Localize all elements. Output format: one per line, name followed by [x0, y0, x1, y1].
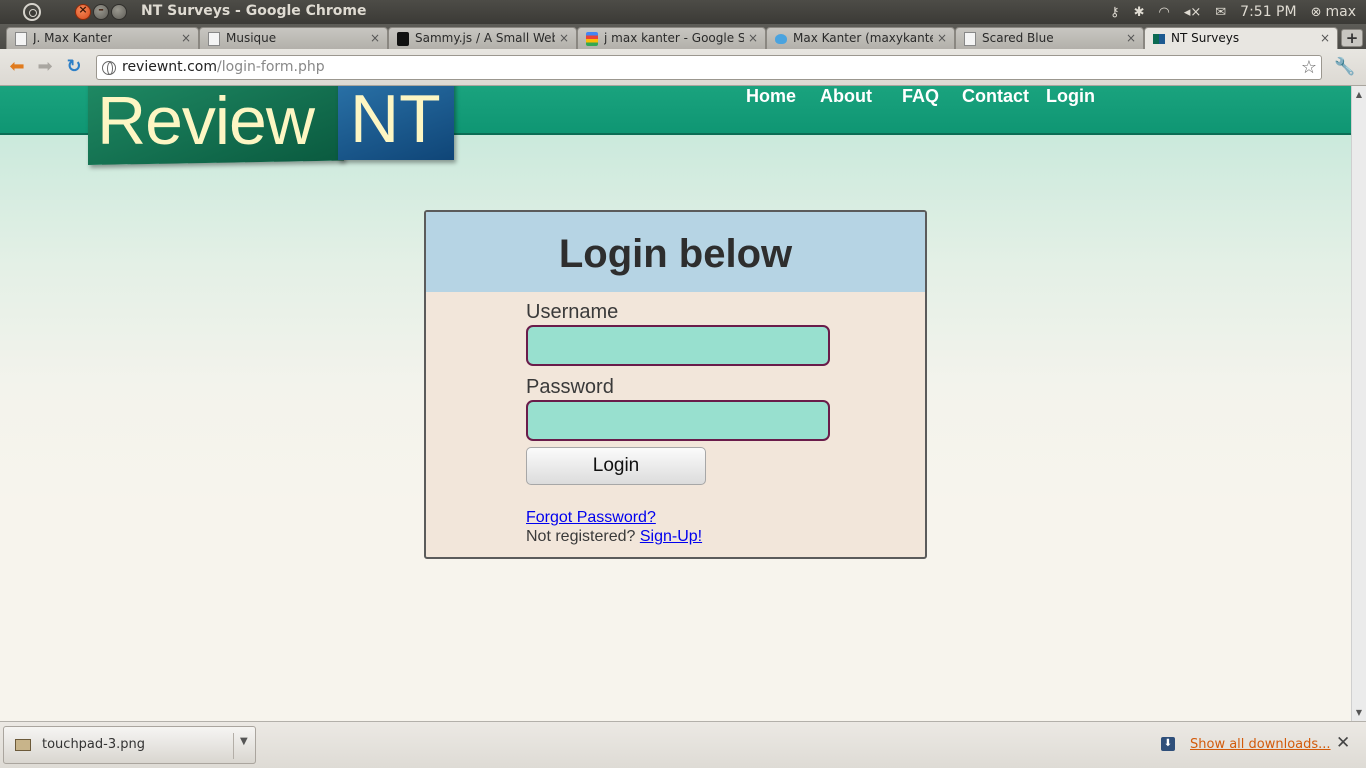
show-all-downloads-link[interactable]: Show all downloads...: [1190, 737, 1331, 752]
chevron-down-icon[interactable]: ▼: [240, 736, 248, 747]
tab-twitter[interactable]: Max Kanter (maxykanter) ×: [766, 27, 955, 49]
tab-close-icon[interactable]: ×: [1320, 28, 1330, 49]
bookmark-star-icon[interactable]: ☆: [1301, 57, 1317, 78]
logo-text-review: Review: [97, 86, 315, 159]
tab-label: j max kanter - Google Sea: [604, 31, 744, 45]
forgot-password-link[interactable]: Forgot Password?: [526, 509, 656, 527]
tab-close-icon[interactable]: ×: [559, 28, 569, 49]
tab-label: J. Max Kanter: [33, 31, 113, 45]
tab-label: Scared Blue: [982, 31, 1054, 45]
window-maximize-button[interactable]: [111, 4, 127, 20]
mail-icon[interactable]: ✉: [1215, 5, 1226, 20]
vertical-scrollbar[interactable]: ▲ ▼: [1351, 86, 1366, 721]
new-tab-button[interactable]: +: [1341, 29, 1363, 47]
back-arrow-icon[interactable]: ⬅: [6, 57, 28, 77]
forward-arrow-icon[interactable]: ➡: [34, 57, 56, 77]
window-close-button[interactable]: ×: [75, 3, 91, 20]
tab-nt-surveys[interactable]: NT Surveys ×: [1144, 27, 1338, 49]
download-item[interactable]: touchpad-3.png ▼: [3, 726, 256, 764]
globe-icon: [102, 61, 116, 75]
username-input[interactable]: [526, 325, 830, 366]
sammy-icon: [397, 32, 409, 46]
tab-label: Musique: [226, 31, 277, 45]
tab-sammy-js[interactable]: Sammy.js / A Small Web Fr ×: [388, 27, 577, 49]
window-title: NT Surveys - Google Chrome: [141, 3, 367, 19]
bluetooth-icon[interactable]: ✱: [1134, 5, 1145, 20]
ubuntu-logo-icon[interactable]: [23, 3, 41, 21]
reload-icon[interactable]: ↻: [63, 57, 85, 77]
tab-label: Max Kanter (maxykanter): [793, 31, 933, 45]
scroll-down-arrow-icon[interactable]: ▼: [1354, 708, 1364, 717]
nav-home-link[interactable]: Home: [746, 86, 796, 107]
tab-musique[interactable]: Musique ×: [199, 27, 388, 49]
username-label: Username: [526, 301, 619, 323]
site-logo[interactable]: Review NT: [88, 86, 454, 170]
password-label: Password: [526, 376, 614, 398]
not-registered-text: Not registered?: [526, 528, 636, 545]
wifi-icon[interactable]: ◠: [1158, 5, 1169, 20]
login-form: Login below Username Password Login Forg…: [424, 210, 927, 559]
image-file-icon: [15, 739, 31, 751]
tab-j-max-kanter[interactable]: J. Max Kanter ×: [6, 27, 199, 49]
page-icon: [208, 32, 220, 46]
nav-about-link[interactable]: About: [820, 86, 872, 107]
window-title-bar: × – NT Surveys - Google Chrome ⚷ ✱ ◠ ◂× …: [0, 0, 1366, 24]
login-header: Login below: [426, 212, 925, 292]
twitter-icon: [775, 34, 787, 44]
page-viewport: Home About FAQ Contact Login Review NT L…: [0, 86, 1351, 721]
system-tray: ⚷ ✱ ◠ ◂× ✉ 7:51 PM ⊗ max: [1110, 0, 1366, 24]
nav-faq-link[interactable]: FAQ: [902, 86, 939, 107]
address-bar[interactable]: reviewnt.com/login-form.php ☆: [96, 55, 1322, 80]
login-button[interactable]: Login: [526, 447, 706, 485]
login-title: Login below: [558, 232, 793, 276]
divider: [233, 733, 234, 759]
browser-toolbar: ⬅ ➡ ↻ reviewnt.com/login-form.php ☆ 🔧: [0, 49, 1366, 86]
download-bar: touchpad-3.png ▼ ⬇ Show all downloads...…: [0, 721, 1366, 768]
page-icon: [15, 32, 27, 46]
url-host: reviewnt.com: [122, 59, 218, 75]
nav-login-link[interactable]: Login: [1046, 86, 1095, 107]
tab-close-icon[interactable]: ×: [937, 28, 947, 49]
tab-label: Sammy.js / A Small Web Fr: [415, 31, 555, 45]
volume-muted-icon[interactable]: ◂×: [1184, 5, 1201, 20]
tab-close-icon[interactable]: ×: [370, 28, 380, 49]
download-arrow-icon: ⬇: [1161, 737, 1175, 751]
wrench-icon[interactable]: 🔧: [1334, 57, 1355, 77]
tab-close-icon[interactable]: ×: [748, 28, 758, 49]
key-icon[interactable]: ⚷: [1110, 5, 1120, 20]
window-minimize-button[interactable]: –: [93, 3, 109, 20]
clock[interactable]: 7:51 PM: [1240, 4, 1296, 20]
scroll-up-arrow-icon[interactable]: ▲: [1354, 90, 1364, 99]
tab-scared-blue[interactable]: Scared Blue ×: [955, 27, 1144, 49]
tab-close-icon[interactable]: ×: [1126, 28, 1136, 49]
tab-close-icon[interactable]: ×: [181, 28, 191, 49]
url-text[interactable]: reviewnt.com/login-form.php: [122, 59, 325, 75]
download-file-name: touchpad-3.png: [42, 737, 145, 752]
logo-text-nt: NT: [350, 86, 441, 157]
user-name[interactable]: max: [1325, 4, 1356, 20]
google-icon: [586, 32, 598, 46]
tab-strip: J. Max Kanter × Musique × Sammy.js / A S…: [0, 24, 1366, 49]
close-icon[interactable]: ✕: [1336, 733, 1350, 753]
nav-contact-link[interactable]: Contact: [962, 86, 1029, 107]
nt-icon: [1153, 34, 1165, 44]
page-icon: [964, 32, 976, 46]
tab-google-search[interactable]: j max kanter - Google Sea ×: [577, 27, 766, 49]
signup-link[interactable]: Sign-Up!: [640, 528, 702, 545]
tab-label: NT Surveys: [1171, 31, 1240, 45]
user-status-icon[interactable]: ⊗: [1311, 5, 1322, 20]
password-input[interactable]: [526, 400, 830, 441]
register-prompt: Not registered? Sign-Up!: [526, 528, 702, 546]
url-path: /login-form.php: [217, 59, 325, 75]
